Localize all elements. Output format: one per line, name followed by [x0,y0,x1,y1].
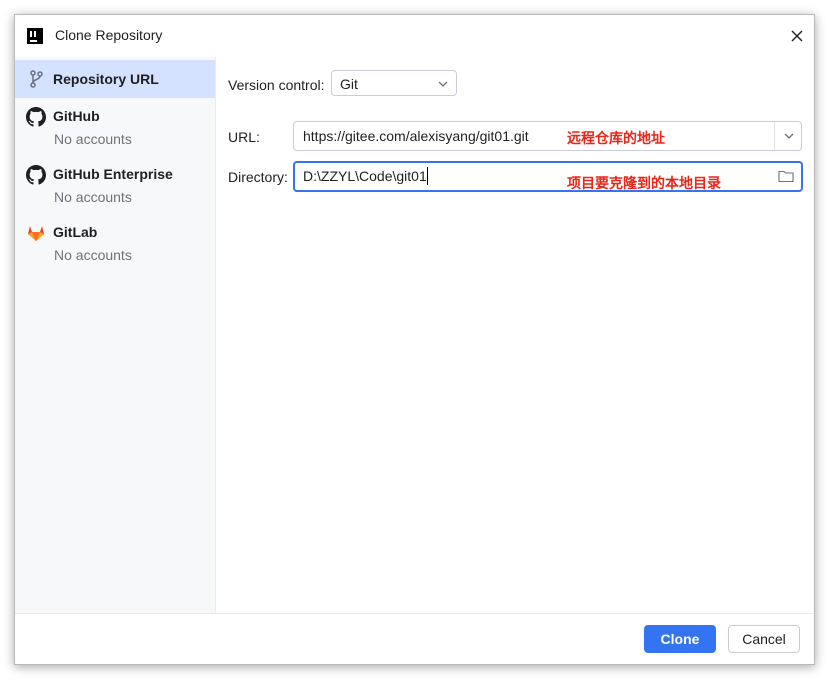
dialog-footer: Clone Cancel [15,613,814,664]
url-input[interactable]: https://gitee.com/alexisyang/git01.git [293,121,802,151]
sidebar-item-github-enterprise[interactable]: GitHub Enterprise No accounts [15,156,215,214]
url-value: https://gitee.com/alexisyang/git01.git [303,128,529,144]
url-label: URL: [228,129,260,145]
sidebar-item-label: GitHub Enterprise [53,166,173,182]
window-title: Clone Repository [55,27,163,43]
version-control-select[interactable]: Git [331,70,457,96]
directory-label: Directory: [228,169,288,185]
sidebar-item-label: GitHub [53,108,100,124]
sidebar: Repository URL GitHub No accounts GitHub… [15,57,216,614]
chevron-down-icon [438,81,448,87]
version-control-value: Git [340,76,358,92]
chevron-down-icon [784,133,794,139]
sidebar-item-github[interactable]: GitHub No accounts [15,98,215,156]
github-icon [26,107,46,127]
folder-icon [778,170,794,183]
url-annotation: 远程仓库的地址 [567,130,665,146]
clone-button[interactable]: Clone [644,625,716,653]
cancel-button[interactable]: Cancel [728,625,800,653]
sidebar-item-label: Repository URL [53,71,159,87]
intellij-app-icon [27,28,43,44]
close-button[interactable] [786,25,808,47]
close-icon [791,30,803,42]
directory-value: D:\ZZYL\Code\git01 [303,168,427,184]
sidebar-item-repository-url[interactable]: Repository URL [15,60,215,98]
github-icon [26,165,46,185]
sidebar-item-sublabel: No accounts [54,189,132,205]
directory-input[interactable]: D:\ZZYL\Code\git01 [293,161,803,192]
sidebar-item-sublabel: No accounts [54,247,132,263]
url-divider [774,122,775,150]
directory-annotation: 项目要克隆到的本地目录 [567,175,721,191]
sidebar-item-sublabel: No accounts [54,131,132,147]
clone-repository-dialog: Clone Repository Repository URL GitHub N… [14,14,815,665]
title-bar: Clone Repository [15,15,814,57]
gitlab-icon [28,226,44,241]
sidebar-item-gitlab[interactable]: GitLab No accounts [15,214,215,272]
version-control-label: Version control: [228,77,325,93]
branch-icon [30,70,43,88]
main-panel: Version control: Git URL: https://gitee.… [216,57,814,614]
sidebar-item-label: GitLab [53,224,98,240]
text-caret [427,167,428,185]
